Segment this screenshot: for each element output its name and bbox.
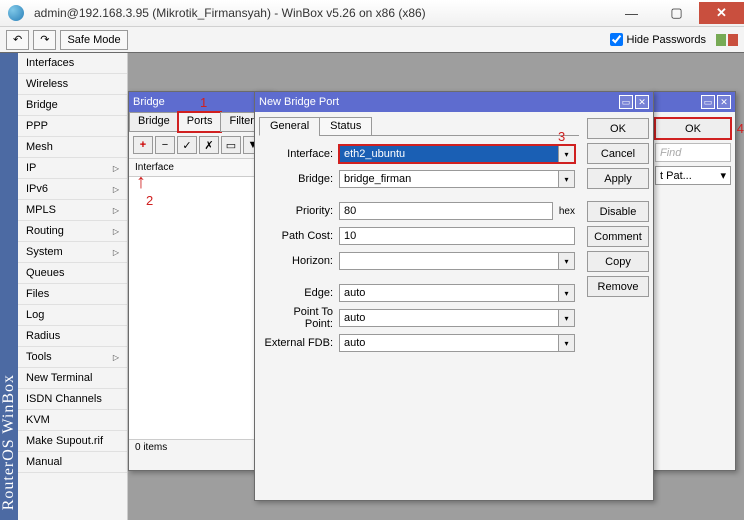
menu-item-routing[interactable]: Routing▷ bbox=[18, 221, 127, 242]
new-bridge-port-window: New Bridge Port ▭ ✕ General Status Inter… bbox=[254, 91, 654, 501]
hide-passwords-checkbox[interactable]: Hide Passwords bbox=[610, 33, 706, 46]
menu-item-isdn-channels[interactable]: ISDN Channels bbox=[18, 389, 127, 410]
window-minimize-icon[interactable]: ▭ bbox=[619, 95, 633, 109]
chevron-down-icon[interactable]: ▾ bbox=[559, 334, 575, 352]
menu-item-mesh[interactable]: Mesh bbox=[18, 137, 127, 158]
cancel-button[interactable]: Cancel bbox=[587, 143, 649, 164]
chevron-down-icon[interactable]: ▾ bbox=[559, 309, 575, 327]
apply-button[interactable]: Apply bbox=[587, 168, 649, 189]
ok-button[interactable]: OK bbox=[587, 118, 649, 139]
menu-item-system[interactable]: System▷ bbox=[18, 242, 127, 263]
list-header-interface[interactable]: Interface bbox=[129, 159, 271, 177]
enable-button[interactable]: ✓ bbox=[177, 136, 197, 154]
chevron-right-icon: ▷ bbox=[113, 227, 119, 236]
list-body[interactable] bbox=[129, 177, 271, 439]
menu-item-ipv6[interactable]: IPv6▷ bbox=[18, 179, 127, 200]
close-button[interactable]: ✕ bbox=[699, 2, 744, 24]
label-interface: Interface: bbox=[263, 148, 339, 160]
tab-general[interactable]: General bbox=[259, 117, 320, 136]
menu-item-log[interactable]: Log bbox=[18, 305, 127, 326]
minimize-button[interactable]: — bbox=[609, 2, 654, 24]
chevron-right-icon: ▷ bbox=[113, 248, 119, 257]
label-pathcost: Path Cost: bbox=[263, 230, 339, 242]
ok-button[interactable]: OK bbox=[655, 118, 731, 139]
menu-item-files[interactable]: Files bbox=[18, 284, 127, 305]
label-horizon: Horizon: bbox=[263, 255, 339, 267]
edge-select[interactable] bbox=[339, 284, 559, 302]
bridge-select[interactable] bbox=[339, 170, 559, 188]
remove-button[interactable]: Remove bbox=[587, 276, 649, 297]
chevron-right-icon: ▷ bbox=[113, 353, 119, 362]
maximize-button[interactable]: ▢ bbox=[654, 2, 699, 24]
chevron-right-icon: ▷ bbox=[113, 164, 119, 173]
menu-item-new-terminal[interactable]: New Terminal bbox=[18, 368, 127, 389]
find-input[interactable]: Find bbox=[655, 143, 731, 162]
copy-button[interactable]: Copy bbox=[587, 251, 649, 272]
disable-button[interactable]: Disable bbox=[587, 201, 649, 222]
menu-item-make-supout[interactable]: Make Supout.rif bbox=[18, 431, 127, 452]
comment-button[interactable]: Comment bbox=[587, 226, 649, 247]
chevron-down-icon: ▾ bbox=[720, 169, 726, 182]
pathcost-input[interactable] bbox=[339, 227, 575, 245]
menu-item-tools[interactable]: Tools▷ bbox=[18, 347, 127, 368]
toolbar: ↶ ↷ Safe Mode Hide Passwords bbox=[0, 27, 744, 53]
menu-item-wireless[interactable]: Wireless bbox=[18, 74, 127, 95]
chevron-down-icon[interactable]: ▾ bbox=[559, 145, 575, 163]
bridge-window-header[interactable]: Bridge bbox=[129, 92, 271, 112]
menu-item-bridge[interactable]: Bridge bbox=[18, 95, 127, 116]
tab-bridge[interactable]: Bridge bbox=[129, 112, 179, 132]
label-edge: Edge: bbox=[263, 287, 339, 299]
window-title: admin@192.168.3.95 (Mikrotik_Firmansyah)… bbox=[34, 6, 609, 20]
menu-item-kvm[interactable]: KVM bbox=[18, 410, 127, 431]
chevron-right-icon: ▷ bbox=[113, 206, 119, 215]
ptp-select[interactable] bbox=[339, 309, 559, 327]
label-ptp: Point To Point: bbox=[263, 306, 339, 330]
main-menu: Interfaces Wireless Bridge PPP Mesh IP▷ … bbox=[18, 53, 128, 520]
annotation-4: 4 bbox=[737, 121, 744, 136]
interface-select[interactable] bbox=[339, 145, 559, 163]
disable-button[interactable]: ✗ bbox=[199, 136, 219, 154]
sidebar-brand: RouterOS WinBox bbox=[0, 53, 18, 520]
window-close-icon[interactable]: ✕ bbox=[717, 95, 731, 109]
titlebar: admin@192.168.3.95 (Mikrotik_Firmansyah)… bbox=[0, 0, 744, 27]
menu-item-radius[interactable]: Radius bbox=[18, 326, 127, 347]
add-button[interactable]: + bbox=[133, 136, 153, 154]
remove-button[interactable]: − bbox=[155, 136, 175, 154]
window-close-icon[interactable]: ✕ bbox=[635, 95, 649, 109]
menu-item-interfaces[interactable]: Interfaces bbox=[18, 53, 127, 74]
chevron-down-icon[interactable]: ▾ bbox=[559, 170, 575, 188]
priority-input[interactable] bbox=[339, 202, 553, 220]
chevron-right-icon: ▷ bbox=[113, 185, 119, 194]
menu-item-queues[interactable]: Queues bbox=[18, 263, 127, 284]
comment-button[interactable]: ▭ bbox=[221, 136, 241, 154]
horizon-input[interactable] bbox=[339, 252, 559, 270]
window-minimize-icon[interactable]: ▭ bbox=[701, 95, 715, 109]
menu-item-ppp[interactable]: PPP bbox=[18, 116, 127, 137]
undo-button[interactable]: ↶ bbox=[6, 30, 29, 50]
menu-item-manual[interactable]: Manual bbox=[18, 452, 127, 473]
workspace: Bridge Bridge Ports Filters + − ✓ ✗ ▭ ▼ … bbox=[128, 53, 744, 520]
label-bridge: Bridge: bbox=[263, 173, 339, 185]
label-efdb: External FDB: bbox=[263, 337, 339, 349]
chevron-down-icon[interactable]: ▾ bbox=[559, 252, 575, 270]
status-bar: 0 items bbox=[129, 439, 271, 455]
safe-mode-button[interactable]: Safe Mode bbox=[60, 30, 127, 50]
background-window: ▭ ✕ OK Find t Pat...▾ bbox=[650, 91, 736, 471]
chevron-down-icon[interactable]: ▾ bbox=[559, 284, 575, 302]
menu-item-ip[interactable]: IP▷ bbox=[18, 158, 127, 179]
menu-item-mpls[interactable]: MPLS▷ bbox=[18, 200, 127, 221]
app-logo-icon bbox=[8, 5, 24, 21]
redo-button[interactable]: ↷ bbox=[33, 30, 56, 50]
lock-icons bbox=[716, 34, 738, 46]
pattern-select[interactable]: t Pat...▾ bbox=[655, 166, 731, 185]
lock-icon bbox=[728, 34, 738, 46]
efdb-select[interactable] bbox=[339, 334, 559, 352]
label-priority: Priority: bbox=[263, 205, 339, 217]
lock-icon bbox=[716, 34, 726, 46]
nbp-window-header[interactable]: New Bridge Port ▭ ✕ bbox=[255, 92, 653, 112]
tab-ports[interactable]: Ports bbox=[178, 112, 222, 132]
tab-status[interactable]: Status bbox=[319, 117, 372, 136]
bridge-window: Bridge Bridge Ports Filters + − ✓ ✗ ▭ ▼ … bbox=[128, 91, 272, 471]
